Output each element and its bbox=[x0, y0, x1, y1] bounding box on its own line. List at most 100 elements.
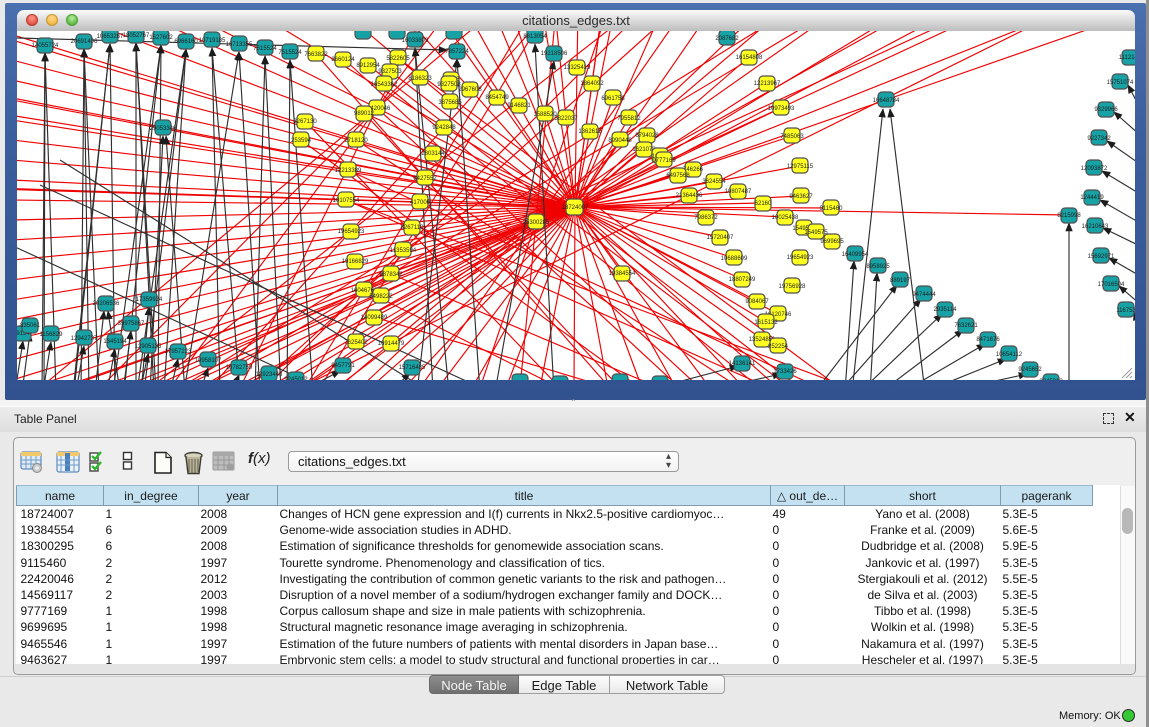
svg-text:7632621: 7632621 bbox=[954, 323, 978, 329]
svg-text:5822037: 5822037 bbox=[554, 116, 578, 122]
svg-text:10654112: 10654112 bbox=[996, 352, 1023, 358]
svg-text:8427552: 8427552 bbox=[413, 176, 437, 182]
svg-text:16914479: 16914479 bbox=[378, 341, 405, 347]
svg-text:1345194: 1345194 bbox=[103, 339, 127, 345]
svg-text:8878342: 8878342 bbox=[379, 272, 403, 278]
svg-text:1112143: 1112143 bbox=[1119, 55, 1135, 61]
svg-text:252254: 252254 bbox=[768, 344, 789, 350]
svg-text:1527602: 1527602 bbox=[149, 35, 173, 41]
svg-text:1156829: 1156829 bbox=[40, 332, 64, 338]
svg-text:9329966: 9329966 bbox=[1094, 107, 1118, 113]
svg-text:9463627: 9463627 bbox=[789, 194, 813, 200]
svg-text:9245012: 9245012 bbox=[1039, 379, 1063, 380]
svg-text:62160: 62160 bbox=[755, 201, 772, 207]
svg-text:7515524: 7515524 bbox=[253, 46, 277, 52]
svg-text:12213389: 12213389 bbox=[335, 168, 362, 174]
svg-text:417006: 417006 bbox=[410, 200, 431, 206]
svg-text:21364436: 21364436 bbox=[676, 193, 703, 199]
svg-text:7625402: 7625402 bbox=[344, 340, 368, 346]
svg-text:10719185: 10719185 bbox=[199, 38, 226, 44]
svg-text:14055724: 14055724 bbox=[32, 43, 59, 49]
svg-text:19654923: 19654923 bbox=[787, 255, 814, 261]
svg-text:10107554: 10107554 bbox=[333, 198, 360, 204]
svg-text:3267130: 3267130 bbox=[293, 119, 317, 125]
svg-text:9699695: 9699695 bbox=[820, 239, 844, 245]
svg-text:8912954: 8912954 bbox=[356, 63, 380, 69]
svg-text:16543362: 16543362 bbox=[371, 82, 398, 88]
svg-text:15720407: 15720407 bbox=[707, 235, 734, 241]
svg-text:6961758: 6961758 bbox=[601, 96, 625, 102]
svg-text:10973493: 10973493 bbox=[768, 106, 795, 112]
svg-text:6497568: 6497568 bbox=[666, 173, 690, 179]
svg-text:12905135: 12905135 bbox=[135, 344, 162, 350]
svg-text:9327503: 9327503 bbox=[378, 69, 402, 75]
svg-text:8660124: 8660124 bbox=[331, 57, 355, 63]
svg-text:9242848: 9242848 bbox=[432, 125, 456, 131]
svg-text:9084067: 9084067 bbox=[745, 299, 769, 305]
svg-text:17957223: 17957223 bbox=[165, 349, 192, 355]
svg-text:9245652: 9245652 bbox=[1018, 367, 1042, 373]
svg-text:12975115: 12975115 bbox=[787, 164, 814, 170]
svg-text:7485063: 7485063 bbox=[780, 134, 804, 140]
svg-text:16648784: 16648784 bbox=[873, 98, 900, 104]
svg-text:12942737: 12942737 bbox=[71, 336, 98, 342]
svg-text:19218506: 19218506 bbox=[541, 51, 568, 57]
svg-text:2718120: 2718120 bbox=[344, 138, 368, 144]
svg-text:16782759: 16782759 bbox=[226, 365, 253, 371]
svg-text:7986372: 7986372 bbox=[694, 215, 718, 221]
svg-text:8471676: 8471676 bbox=[976, 337, 1000, 343]
svg-text:1244419: 1244419 bbox=[1080, 195, 1104, 201]
svg-text:253594: 253594 bbox=[291, 138, 312, 144]
svg-text:3875685: 3875685 bbox=[438, 100, 462, 106]
svg-text:19384554: 19384554 bbox=[609, 271, 636, 277]
svg-text:889197: 889197 bbox=[890, 278, 911, 284]
svg-text:19654923: 19654923 bbox=[338, 229, 365, 235]
svg-text:18052767: 18052767 bbox=[123, 33, 150, 39]
svg-text:8454749: 8454749 bbox=[485, 95, 509, 101]
svg-text:6966160: 6966160 bbox=[174, 39, 198, 45]
svg-text:9227342: 9227342 bbox=[1087, 136, 1111, 142]
svg-text:5822605: 5822605 bbox=[386, 56, 410, 62]
svg-text:2935114: 2935114 bbox=[934, 307, 958, 313]
svg-text:10025438: 10025438 bbox=[772, 215, 799, 221]
svg-text:14099489: 14099489 bbox=[361, 315, 388, 321]
svg-text:29053346: 29053346 bbox=[150, 126, 177, 132]
svg-text:19166829: 19166829 bbox=[342, 259, 369, 265]
svg-text:7857224: 7857224 bbox=[445, 49, 469, 55]
svg-text:8813054: 8813054 bbox=[523, 34, 547, 40]
svg-text:16154808: 16154808 bbox=[736, 55, 763, 61]
svg-text:25300285: 25300285 bbox=[523, 220, 550, 226]
svg-text:2967608: 2967608 bbox=[458, 87, 482, 93]
svg-text:3624554: 3624554 bbox=[702, 179, 726, 185]
svg-text:5498222: 5498222 bbox=[369, 294, 393, 300]
svg-text:9777169: 9777169 bbox=[652, 158, 676, 164]
svg-text:10688609: 10688609 bbox=[721, 256, 748, 262]
svg-text:17359924: 17359924 bbox=[136, 297, 163, 303]
svg-text:1733426: 1733426 bbox=[773, 369, 797, 375]
svg-text:12923448: 12923448 bbox=[256, 372, 283, 378]
svg-text:2087682: 2087682 bbox=[715, 36, 739, 42]
svg-text:8267110: 8267110 bbox=[401, 225, 425, 231]
svg-text:18724007: 18724007 bbox=[562, 205, 589, 211]
svg-text:2803144: 2803144 bbox=[421, 151, 445, 157]
svg-text:835061: 835061 bbox=[20, 323, 41, 329]
svg-text:6794028: 6794028 bbox=[635, 133, 659, 139]
svg-text:9457791: 9457791 bbox=[331, 363, 355, 369]
svg-text:15716485: 15716485 bbox=[399, 365, 426, 371]
svg-text:15692971: 15692971 bbox=[1088, 254, 1115, 260]
svg-text:18807249: 18807249 bbox=[729, 277, 756, 283]
svg-text:9146821: 9146821 bbox=[507, 103, 531, 109]
svg-text:14136141: 14136141 bbox=[729, 361, 756, 367]
svg-text:16713355: 16713355 bbox=[226, 42, 253, 48]
svg-text:9115460: 9115460 bbox=[820, 206, 844, 212]
svg-text:16033809: 16033809 bbox=[402, 38, 429, 44]
svg-text:8215998: 8215998 bbox=[1057, 213, 1081, 219]
svg-text:12213967: 12213967 bbox=[754, 81, 781, 87]
svg-text:10807487: 10807487 bbox=[725, 189, 752, 195]
svg-text:10958107: 10958107 bbox=[195, 358, 222, 364]
svg-text:19756928: 19756928 bbox=[779, 284, 806, 290]
svg-text:11353594: 11353594 bbox=[390, 248, 417, 254]
svg-text:116753: 116753 bbox=[1116, 308, 1135, 314]
svg-text:17016504: 17016504 bbox=[1098, 282, 1125, 288]
svg-text:8186323: 8186323 bbox=[408, 76, 432, 82]
